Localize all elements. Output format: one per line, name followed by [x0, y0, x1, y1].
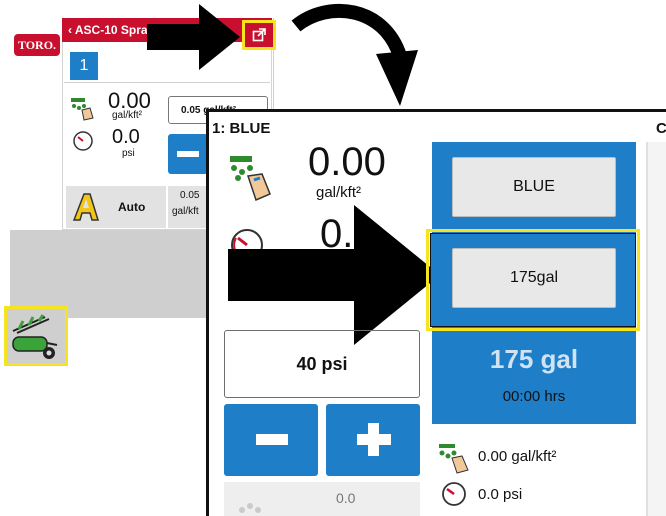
increase-button[interactable] — [326, 404, 420, 476]
rate-unit: gal/kft² — [316, 184, 362, 201]
summary-rate: 0.00 gal/kft² — [478, 448, 557, 465]
bottom-readout-value: 0.0 — [336, 490, 356, 506]
popout-icon — [252, 28, 266, 42]
auto-mode-label: Auto — [118, 200, 146, 214]
section-title: 1: BLUE — [212, 120, 271, 137]
toro-logo: TORO. — [14, 34, 60, 56]
tank-level-readout: 175 gal — [489, 344, 579, 374]
next-section-title: C — [656, 120, 666, 137]
popout-button[interactable] — [242, 20, 276, 50]
boom-sprayer-icon — [12, 314, 58, 359]
application-rate-icon — [71, 98, 94, 121]
bg-rate-unit: gal/kft² — [112, 110, 143, 121]
decrease-button[interactable] — [224, 404, 318, 476]
section-tab[interactable]: 1 — [70, 52, 98, 80]
time-remaining: 00:00 hrs — [502, 388, 566, 405]
pressure-gauge-icon — [73, 131, 93, 151]
pointer-arrow-main — [228, 205, 440, 345]
pressure-gauge-icon — [442, 482, 466, 506]
application-rate-icon — [239, 503, 261, 513]
auto-mode-icon — [72, 193, 100, 221]
bg-pressure-value: 0.0 — [112, 126, 140, 148]
target-pressure-field[interactable]: 40 psi — [224, 330, 420, 398]
pointer-arrow-top — [147, 4, 240, 70]
bg-minus-button[interactable] — [168, 134, 208, 174]
boom-sprayer-button[interactable] — [4, 306, 68, 366]
bg-small-rate-unit: gal/kft — [172, 206, 199, 217]
rate-value: 0.00 — [308, 140, 386, 184]
summary-pressure: 0.0 psi — [478, 486, 523, 503]
product-button[interactable]: BLUE — [452, 157, 616, 217]
curved-arrow — [291, 3, 418, 106]
bg-small-rate-value: 0.05 — [180, 190, 200, 201]
application-rate-icon — [230, 156, 271, 202]
tab-divider — [64, 82, 270, 83]
bg-pressure-unit: psi — [122, 148, 135, 159]
next-section-strip — [646, 142, 666, 516]
tank-volume-button[interactable]: 175gal — [452, 248, 616, 308]
application-rate-icon — [439, 444, 469, 474]
